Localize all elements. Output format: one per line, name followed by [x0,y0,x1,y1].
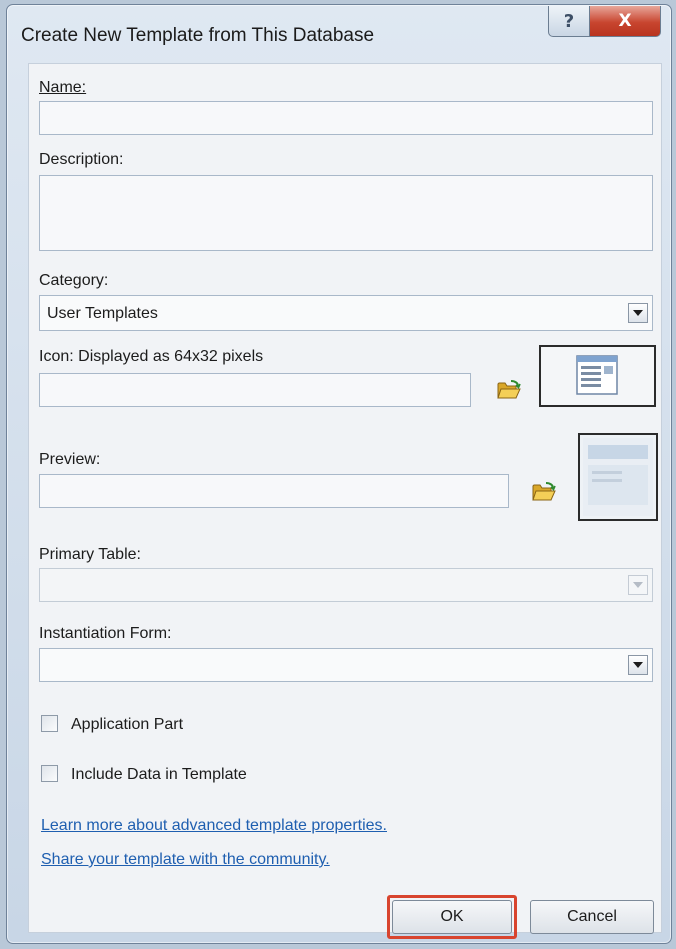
preview-field[interactable] [39,474,509,508]
name-label: Name: [39,79,86,97]
primary-table-label: Primary Table: [39,546,141,563]
include-data-checkbox[interactable] [41,765,58,782]
close-icon: X [618,11,632,31]
category-dropdown-button[interactable] [628,303,648,323]
help-icon: ? [563,10,575,32]
help-button[interactable]: ? [548,6,590,37]
learn-more-link[interactable]: Learn more about advanced template prope… [41,817,387,835]
chevron-down-icon [633,582,643,588]
close-button[interactable]: X [589,6,661,37]
preview-thumbnail [578,433,658,521]
icon-label: Icon: Displayed as 64x32 pixels [39,348,264,365]
cancel-button-label: Cancel [567,908,617,925]
category-value: User Templates [47,305,158,322]
template-dialog: Create New Template from This Database ?… [6,4,672,944]
instantiation-form-dropdown-button[interactable] [628,655,648,675]
dialog-title: Create New Template from This Database [21,25,375,46]
icon-thumbnail [539,345,656,407]
preview-browse-folder-icon[interactable] [532,482,556,502]
preview-label: Preview: [39,451,101,468]
chevron-down-icon [633,310,643,316]
description-field[interactable] [39,175,653,251]
category-select[interactable]: User Templates [39,295,653,331]
template-icon [576,355,618,395]
primary-table-dropdown-button[interactable] [628,575,648,595]
chevron-down-icon [633,662,643,668]
description-label: Description: [39,151,124,168]
application-part-checkbox[interactable] [41,715,58,732]
instantiation-form-select[interactable] [39,648,653,682]
ok-button[interactable]: OK [392,900,512,934]
name-field[interactable] [39,101,653,135]
title-bar: Create New Template from This Database ?… [7,5,671,55]
instantiation-form-label: Instantiation Form: [39,625,172,642]
cancel-button[interactable]: Cancel [530,900,654,934]
include-data-label: Include Data in Template [71,766,247,783]
share-template-link[interactable]: Share your template with the community. [41,851,330,869]
primary-table-select[interactable] [39,568,653,602]
template-preview-image [583,438,653,516]
ok-button-label: OK [440,908,464,925]
name-label-text: Name: [39,79,87,96]
icon-browse-folder-icon[interactable] [497,380,521,400]
icon-field[interactable] [39,373,471,407]
category-label: Category: [39,272,109,289]
application-part-label: Application Part [71,716,184,733]
